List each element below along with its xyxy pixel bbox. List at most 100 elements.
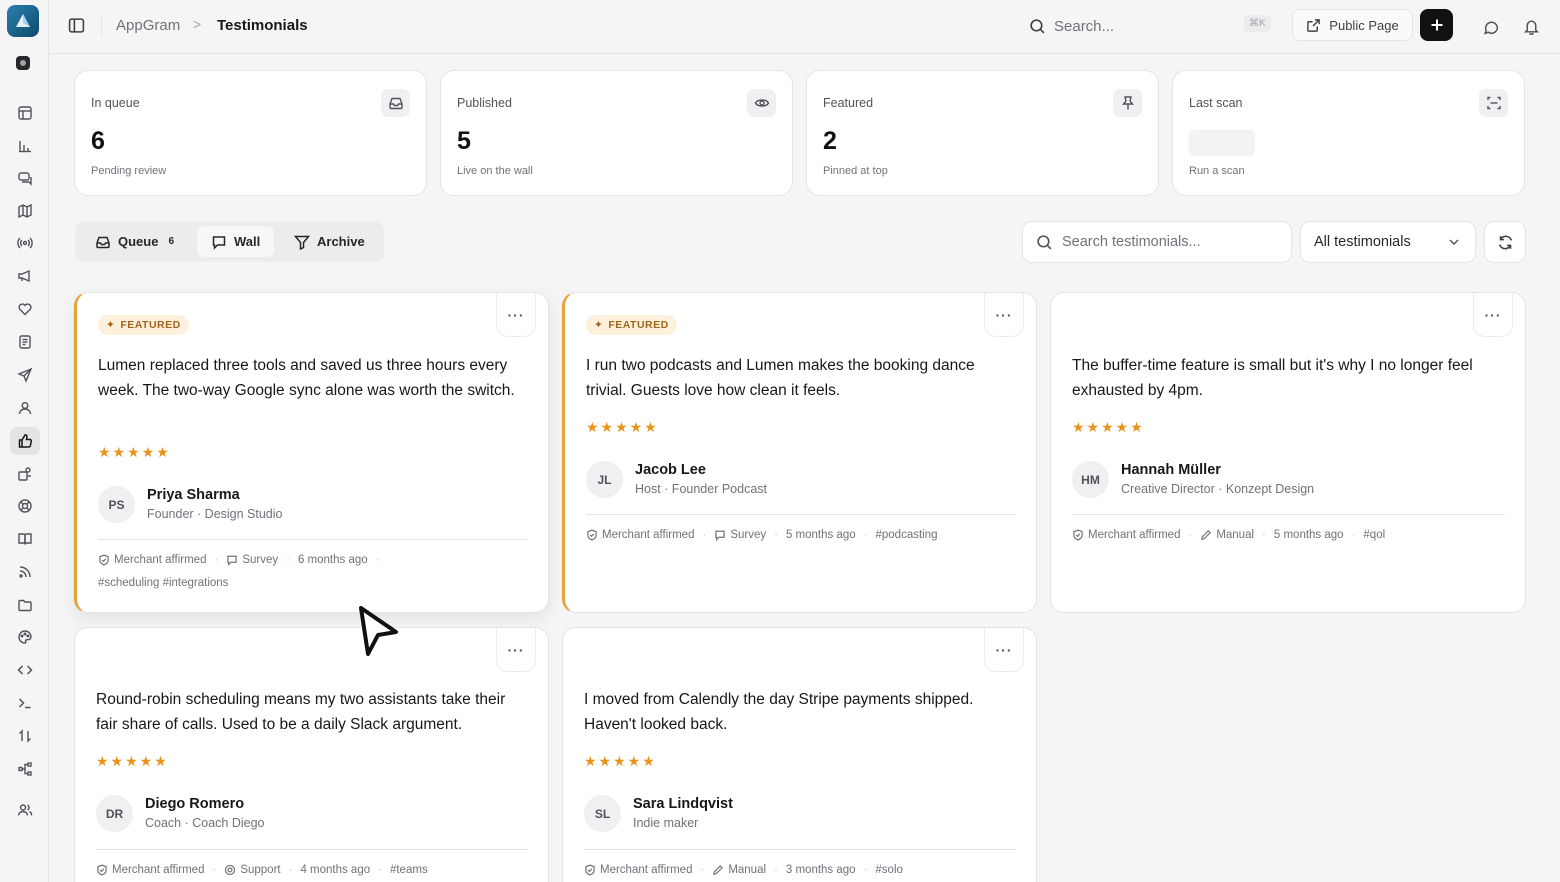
testimonial-tags[interactable]: #solo	[875, 864, 903, 876]
more-options-button[interactable]: ···	[496, 293, 536, 337]
testimonial-time: 4 months ago	[300, 864, 371, 876]
testimonial-tags[interactable]: #qol	[1363, 529, 1385, 541]
sidebar-item-files[interactable]	[10, 591, 40, 619]
more-options-button[interactable]: ···	[1473, 293, 1513, 337]
tab-archive[interactable]: Archive	[280, 226, 379, 257]
testimonial-card[interactable]: ··· I moved from Calendly the day Stripe…	[562, 627, 1037, 882]
stat-value: 2	[823, 127, 837, 155]
public-page-button[interactable]: Public Page	[1292, 9, 1413, 41]
author-name: Hannah Müller	[1121, 462, 1221, 478]
testimonial-source: Manual	[728, 864, 767, 876]
search-shortcut: ⌘K	[1244, 15, 1271, 32]
testimonial-meta: Merchant affirmed · Survey · 6 months ag…	[98, 554, 532, 566]
external-link-icon	[1307, 18, 1321, 32]
eye-icon	[747, 89, 776, 117]
sidebar-item-support[interactable]	[10, 492, 40, 520]
testimonial-tags[interactable]: #podcasting	[875, 529, 937, 541]
star-rating: ★★★★★	[586, 419, 659, 435]
merchant-affirmed: Merchant affirmed	[602, 529, 695, 541]
sidebar-item-send[interactable]	[10, 361, 40, 389]
testimonial-meta: Merchant affirmed · Support · 4 months a…	[96, 864, 532, 876]
testimonial-quote: I run two podcasts and Lumen makes the b…	[586, 357, 975, 399]
rss-icon	[19, 566, 31, 578]
more-options-button[interactable]: ···	[496, 628, 536, 672]
topbar: AppGram > Testimonials Search... ⌘K Publ…	[49, 0, 1560, 54]
sidebar-item-users[interactable]	[10, 394, 40, 422]
sidebar-item-roadmap[interactable]	[10, 197, 40, 225]
book-icon	[18, 533, 32, 545]
breadcrumb-root[interactable]: AppGram	[116, 17, 180, 34]
testimonial-tags[interactable]: #teams	[390, 864, 428, 876]
sidebar-item-console[interactable]	[10, 689, 40, 717]
shield-check-icon	[1073, 529, 1083, 541]
megaphone-icon	[18, 269, 30, 283]
more-options-button[interactable]: ···	[984, 293, 1024, 337]
sidebar-item-testimonials[interactable]	[10, 427, 40, 455]
sidebar-item-branding[interactable]	[10, 623, 40, 651]
run-scan-link[interactable]: Run a scan	[1189, 165, 1245, 177]
inbox-icon	[96, 236, 110, 248]
map-icon	[18, 203, 32, 219]
pin-icon	[1113, 89, 1142, 117]
testimonial-tags[interactable]: #scheduling #integrations	[98, 577, 228, 589]
merchant-affirmed: Merchant affirmed	[600, 864, 693, 876]
add-button[interactable]	[1420, 9, 1453, 41]
sidebar-item-knowledge-base[interactable]	[10, 525, 40, 553]
user-icon	[18, 402, 32, 415]
sidebar-item-dashboard[interactable]	[10, 99, 40, 127]
testimonial-quote: Lumen replaced three tools and saved us …	[98, 357, 515, 399]
tab-count: 6	[168, 236, 175, 247]
panel-left-icon	[68, 17, 84, 33]
testimonial-card[interactable]: ✦ FEATURED ··· I run two podcasts and Lum…	[562, 292, 1037, 613]
app-logo[interactable]	[7, 5, 39, 37]
testimonial-filter-select[interactable]: All testimonials	[1300, 221, 1476, 263]
message-square-icon	[227, 555, 238, 566]
document-icon	[19, 335, 31, 349]
sidebar-item-announcements[interactable]	[10, 262, 40, 290]
author-role: Indie maker	[633, 816, 699, 830]
refresh-button[interactable]	[1484, 221, 1526, 263]
testimonial-time: 5 months ago	[785, 529, 856, 541]
testimonial-search-input[interactable]: Search testimonials...	[1022, 221, 1292, 263]
global-search[interactable]: Search...	[1029, 12, 1269, 40]
sidebar-item-sync[interactable]	[10, 722, 40, 750]
sidebar-toggle-button[interactable]	[65, 14, 87, 36]
more-options-button[interactable]: ···	[984, 628, 1024, 672]
sidebar-item-feed[interactable]	[10, 558, 40, 586]
testimonial-card[interactable]: ··· The buffer-time feature is small but…	[1050, 292, 1526, 613]
stat-card-featured: Featured 2 Pinned at top	[806, 70, 1159, 196]
workspace-switcher[interactable]	[16, 56, 30, 70]
help-chat-button[interactable]	[1480, 15, 1502, 37]
stat-subtitle: Live on the wall	[457, 165, 533, 177]
tab-label: Archive	[317, 234, 365, 249]
testimonial-card[interactable]: ✦ FEATURED ··· Lumen replaced three tools…	[74, 292, 549, 613]
arrows-up-down-icon	[19, 729, 31, 743]
sidebar-item-docs[interactable]	[10, 328, 40, 356]
scan-icon[interactable]	[1479, 89, 1508, 117]
testimonial-quote: The buffer-time feature is small but it'…	[1072, 357, 1473, 399]
chevron-down-icon	[1449, 239, 1459, 246]
sidebar-item-workflows[interactable]	[10, 755, 40, 783]
testimonial-card[interactable]: ··· Round-robin scheduling means my two …	[74, 627, 549, 882]
search-placeholder: Search testimonials...	[1062, 234, 1201, 250]
sidebar-item-team[interactable]	[10, 796, 40, 824]
notifications-button[interactable]	[1520, 15, 1542, 37]
mouse-cursor-icon	[359, 606, 398, 656]
stat-value: 6	[91, 127, 105, 155]
heart-icon	[18, 303, 32, 316]
sidebar-item-messages[interactable]	[10, 164, 40, 192]
puzzle-icon	[18, 467, 31, 481]
tab-wall[interactable]: Wall	[197, 226, 275, 257]
avatar: PS	[98, 486, 135, 523]
tab-queue[interactable]: Queue 6	[81, 226, 188, 257]
sidebar-item-embed[interactable]	[10, 656, 40, 684]
sidebar-item-favorites[interactable]	[10, 295, 40, 323]
badge-label: FEATURED	[120, 319, 181, 331]
stat-subtitle: Pinned at top	[823, 165, 888, 177]
select-value: All testimonials	[1314, 234, 1411, 250]
sidebar-item-broadcast[interactable]	[10, 229, 40, 257]
testimonial-source: Survey	[242, 554, 279, 566]
sidebar-item-analytics[interactable]	[10, 132, 40, 160]
breadcrumb-current: Testimonials	[217, 17, 308, 34]
sidebar-item-integrations[interactable]	[10, 460, 40, 488]
